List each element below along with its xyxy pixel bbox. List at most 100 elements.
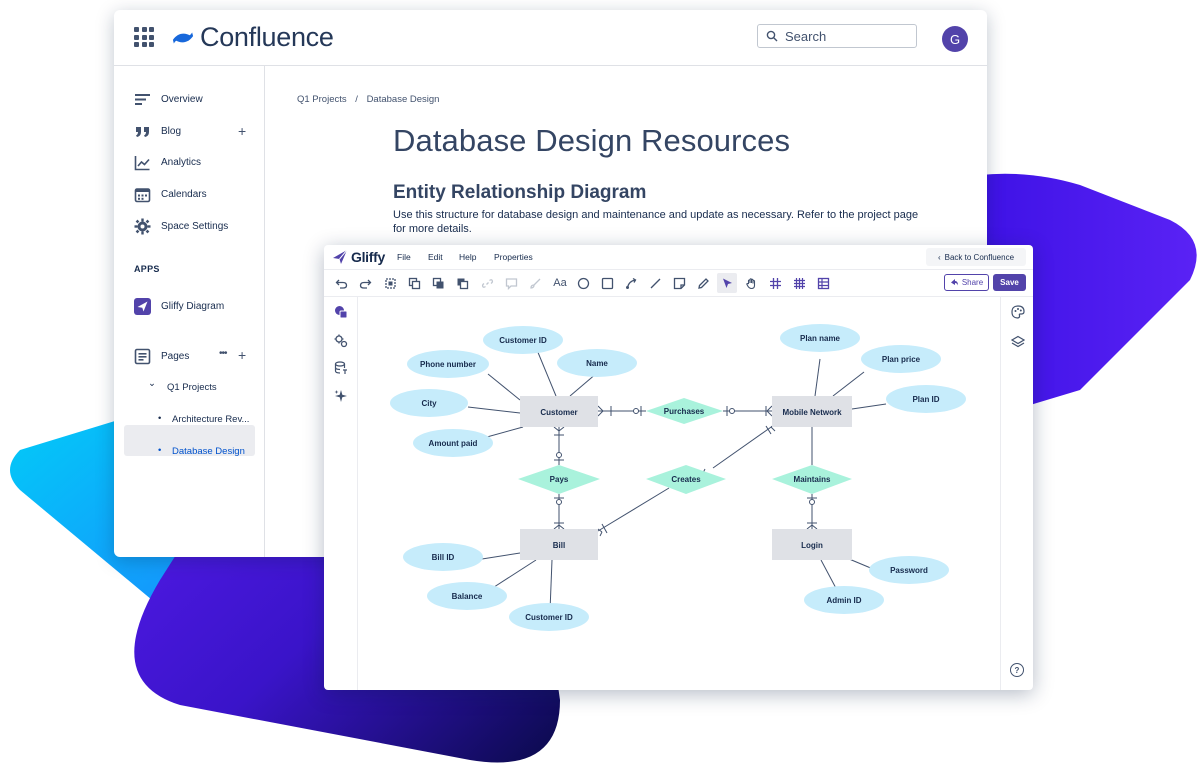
- pages-more-button[interactable]: •••: [219, 348, 227, 359]
- redo-button[interactable]: [358, 276, 372, 290]
- duplicate-button[interactable]: [407, 276, 421, 290]
- entity-mobile-network[interactable]: Mobile Network: [772, 396, 852, 427]
- menu-file[interactable]: File: [397, 252, 411, 262]
- comment-icon: [505, 277, 517, 290]
- sidebar-item-label: Gliffy Diagram: [161, 300, 225, 312]
- gear-icon: [134, 218, 151, 234]
- search-input[interactable]: Search: [757, 24, 917, 48]
- tree-item-database-design[interactable]: Database Design: [172, 446, 245, 457]
- send-back-button[interactable]: [455, 276, 469, 290]
- bring-front-button[interactable]: [431, 276, 445, 290]
- sparkle-ai-icon[interactable]: [334, 389, 348, 403]
- ellipse-tool-button[interactable]: [576, 276, 590, 290]
- attribute-label: Plan price: [882, 355, 921, 364]
- relationship-maintains[interactable]: Maintains: [772, 465, 852, 494]
- help-icon[interactable]: ?: [1010, 663, 1024, 677]
- connector-tool-button[interactable]: [624, 276, 638, 290]
- pencil-tool-button[interactable]: [696, 276, 710, 290]
- breadcrumb: Q1 Projects / Database Design: [297, 94, 439, 105]
- entity-label: Customer: [540, 408, 577, 417]
- menu-edit[interactable]: Edit: [428, 252, 443, 262]
- attribute-password[interactable]: Password: [869, 556, 949, 584]
- note-icon: [673, 277, 685, 289]
- sidebar-item-pages[interactable]: Pages: [134, 344, 189, 368]
- user-avatar[interactable]: G: [942, 26, 968, 52]
- attribute-bill-customer-id[interactable]: Customer ID: [509, 603, 589, 631]
- link-button[interactable]: [480, 276, 494, 290]
- pencil-icon: [697, 277, 709, 289]
- sidebar-item-analytics[interactable]: Analytics: [134, 150, 201, 174]
- tree-caret-icon[interactable]: ⌄: [148, 378, 156, 389]
- sidebar-item-calendars[interactable]: Calendars: [134, 182, 207, 206]
- entity-bill[interactable]: Bill: [520, 529, 598, 560]
- attribute-label: Name: [586, 359, 608, 368]
- database-icon[interactable]: [334, 361, 348, 375]
- table-tool-button[interactable]: [816, 276, 830, 290]
- tree-item-q1-projects[interactable]: Q1 Projects: [167, 382, 217, 393]
- menu-properties[interactable]: Properties: [494, 252, 533, 262]
- attribute-admin-id[interactable]: Admin ID: [804, 586, 884, 614]
- attribute-plan-id[interactable]: Plan ID: [886, 385, 966, 413]
- save-button[interactable]: Save: [993, 274, 1026, 291]
- circle-icon: [577, 277, 589, 289]
- comment-button[interactable]: [504, 276, 518, 290]
- tree-item-architecture[interactable]: Architecture Rev...: [172, 414, 249, 425]
- grid-toggle-button[interactable]: [768, 276, 782, 290]
- add-page-button[interactable]: +: [238, 347, 246, 363]
- rectangle-tool-button[interactable]: [600, 276, 614, 290]
- add-blog-button[interactable]: +: [238, 123, 246, 139]
- attribute-plan-name[interactable]: Plan name: [780, 324, 860, 352]
- attribute-name[interactable]: Name: [557, 349, 637, 377]
- line-tool-button[interactable]: [648, 276, 662, 290]
- gliffy-toolbar: Aa Share Save: [324, 270, 1033, 297]
- entity-label: Bill: [553, 541, 565, 550]
- breadcrumb-q1-projects[interactable]: Q1 Projects: [297, 94, 347, 105]
- relationship-label: Pays: [550, 475, 569, 484]
- layers-icon[interactable]: [1011, 335, 1025, 349]
- confluence-logo[interactable]: Confluence: [172, 22, 334, 53]
- shapes-icon[interactable]: [334, 305, 348, 319]
- snap-grid-button[interactable]: [792, 276, 806, 290]
- attribute-balance[interactable]: Balance: [427, 582, 507, 610]
- share-button[interactable]: Share: [944, 274, 989, 291]
- back-to-confluence-button[interactable]: ‹ Back to Confluence: [926, 248, 1026, 266]
- undo-button[interactable]: [334, 276, 348, 290]
- pointer-tool-button[interactable]: [717, 273, 737, 293]
- attribute-amount-paid[interactable]: Amount paid: [413, 429, 493, 457]
- entity-customer[interactable]: Customer: [520, 396, 598, 427]
- line-icon: [650, 278, 660, 288]
- sidebar-item-label: Pages: [161, 350, 190, 362]
- app-switcher-icon[interactable]: [134, 27, 154, 47]
- entity-login[interactable]: Login: [772, 529, 852, 560]
- sticky-note-button[interactable]: [672, 276, 686, 290]
- text-tool-button[interactable]: Aa: [552, 276, 568, 290]
- pointer-icon: [722, 278, 732, 288]
- attribute-phone-number[interactable]: Phone number: [407, 350, 489, 378]
- tree-bullet: •: [158, 445, 162, 456]
- breadcrumb-database-design[interactable]: Database Design: [367, 94, 440, 105]
- hand-icon: [745, 277, 755, 289]
- back-button-label: Back to Confluence: [944, 252, 1015, 262]
- sidebar-item-blog[interactable]: Blog: [134, 119, 181, 143]
- sidebar-item-overview[interactable]: Overview: [134, 87, 203, 111]
- menu-help[interactable]: Help: [459, 252, 476, 262]
- sidebar-item-gliffy[interactable]: Gliffy Diagram: [134, 294, 224, 318]
- relationship-creates[interactable]: Creates: [646, 465, 726, 494]
- style-button[interactable]: [528, 276, 542, 290]
- sidebar-item-label: Space Settings: [161, 220, 229, 232]
- grid-icon: [769, 277, 781, 289]
- send-back-icon: [457, 278, 468, 289]
- theme-palette-icon[interactable]: [1011, 305, 1025, 319]
- settings-cogs-icon[interactable]: [334, 334, 348, 348]
- relationship-purchases[interactable]: Purchases: [646, 398, 723, 424]
- attribute-bill-id[interactable]: Bill ID: [403, 543, 483, 571]
- attribute-plan-price[interactable]: Plan price: [861, 345, 941, 373]
- group-button[interactable]: [383, 276, 397, 290]
- sidebar-item-space-settings[interactable]: Space Settings: [134, 214, 228, 238]
- relationship-pays[interactable]: Pays: [518, 465, 600, 494]
- attribute-customer-id[interactable]: Customer ID: [483, 326, 563, 354]
- attribute-city[interactable]: City: [390, 389, 468, 417]
- diagram-canvas[interactable]: Customer Mobile Network Bill Login Purch…: [358, 297, 1000, 690]
- attribute-label: Password: [890, 566, 928, 575]
- pan-tool-button[interactable]: [744, 276, 758, 290]
